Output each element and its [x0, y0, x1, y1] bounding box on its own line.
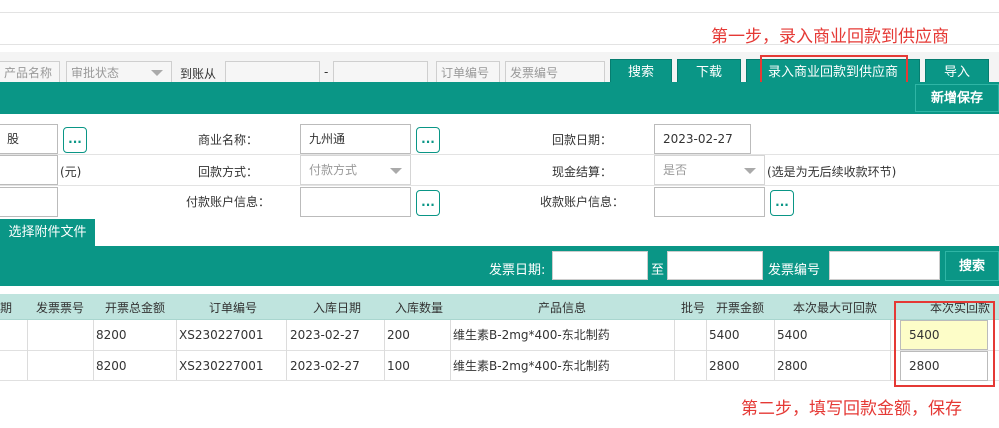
arrival-from-label: 到账从 [180, 67, 217, 81]
approval-status-label: 审批状态 [71, 66, 120, 80]
col-divider [93, 320, 94, 380]
row2-max-payback: 2800 [777, 359, 808, 373]
cash-settle-select[interactable]: 是否 [654, 155, 765, 185]
amount-input[interactable] [0, 155, 58, 185]
chevron-down-icon [744, 168, 756, 174]
col-in-qty: 入库数量 [395, 301, 444, 315]
left-extra-input[interactable] [0, 187, 58, 217]
row1-order-no: XS230227001 [179, 328, 264, 342]
row1-in-date: 2023-02-27 [290, 328, 360, 342]
chevron-down-icon [151, 70, 163, 76]
chevron-down-icon [390, 168, 402, 174]
select-business-button[interactable]: ... [416, 127, 440, 153]
col-divider [706, 320, 707, 380]
business-name-input[interactable]: 九州通 [300, 124, 411, 154]
unit-label: (元) [60, 165, 82, 179]
row-divider [0, 154, 999, 155]
col-max-payback: 本次最大可回款 [793, 301, 878, 315]
approval-status-select[interactable]: 审批状态 [66, 61, 172, 83]
col-product: 产品信息 [538, 301, 587, 315]
step2-annotation: 第二步，填写回款金额，保存 [741, 399, 962, 419]
choose-attachment-button[interactable]: 选择附件文件 [0, 219, 95, 246]
col-total-invoice: 开票总金额 [105, 301, 166, 315]
payback-method-label: 回款方式： [198, 165, 259, 179]
invoice-date-start-input[interactable] [552, 251, 648, 280]
col-invoice-ticket: 发票票号 [36, 301, 85, 315]
invoice-date-label: 发票日期: [489, 263, 546, 278]
top-divider-2 [0, 44, 999, 45]
top-divider [0, 12, 999, 13]
col-divider [890, 320, 891, 380]
row2-qty: 100 [387, 359, 410, 373]
row1-max-payback: 5400 [777, 328, 808, 342]
form-header-bar [0, 82, 999, 114]
cash-settle-note: (选是为无后续收款环节) [767, 165, 897, 179]
cash-settle-value: 是否 [663, 163, 688, 177]
invoice-date-end-input[interactable] [667, 251, 763, 280]
select-payer-account-button[interactable]: ... [416, 190, 440, 216]
invoice-no-input[interactable]: 发票编号 [505, 61, 605, 83]
payback-date-label: 回款日期： [552, 133, 613, 147]
payee-account-label: 收款账户信息： [540, 195, 625, 209]
payback-method-select[interactable]: 付款方式 [300, 155, 411, 185]
payee-account-input[interactable] [654, 187, 765, 217]
payback-method-value: 付款方式 [309, 163, 358, 177]
to-label: 至 [651, 263, 665, 278]
col-invoice-amount: 开票金额 [716, 301, 765, 315]
arrival-start-input[interactable] [225, 61, 320, 83]
business-name-label: 商业名称： [198, 133, 259, 147]
row1-total: 8200 [96, 328, 127, 342]
col-divider [176, 320, 177, 380]
col-divider [450, 320, 451, 380]
new-save-button[interactable]: 新增保存 [915, 84, 999, 112]
filter-invoice-no-input[interactable] [829, 251, 940, 280]
filter-search-button[interactable]: 搜索 [945, 251, 999, 281]
col-order-no: 订单编号 [209, 301, 258, 315]
col-period: 期 [0, 301, 13, 315]
select-payee-account-button[interactable]: ... [770, 190, 794, 216]
row2-product: 维生素B-2mg*400-东北制药 [453, 359, 610, 373]
row2-order-no: XS230227001 [179, 359, 264, 373]
arrival-end-input[interactable] [333, 61, 428, 83]
row1-qty: 200 [387, 328, 410, 342]
row1-invoice-amount: 5400 [709, 328, 740, 342]
left-company-input[interactable]: 股 [0, 124, 58, 154]
col-divider [674, 320, 675, 380]
col-in-date: 入库日期 [313, 301, 362, 315]
filter-invoice-no-label: 发票编号 [768, 263, 821, 278]
row2-total: 8200 [96, 359, 127, 373]
payback-date-input[interactable]: 2023-02-27 [654, 124, 751, 154]
row2-in-date: 2023-02-27 [290, 359, 360, 373]
payer-account-input[interactable] [300, 187, 411, 217]
col-divider [774, 320, 775, 380]
payer-account-label: 付款账户信息： [186, 195, 271, 209]
col-divider [27, 320, 28, 380]
col-divider [286, 320, 287, 380]
row1-product: 维生素B-2mg*400-东北制药 [453, 328, 610, 342]
range-dash: - [324, 65, 329, 79]
order-no-input[interactable]: 订单编号 [436, 61, 500, 83]
row-divider [0, 185, 999, 186]
product-name-input[interactable]: 产品名称 [0, 61, 60, 83]
step2-highlight-box [894, 301, 995, 387]
col-batch: 批号 [681, 301, 706, 315]
row2-invoice-amount: 2800 [709, 359, 740, 373]
select-company-button[interactable]: ... [63, 127, 87, 153]
cash-settle-label: 现金结算： [552, 165, 613, 179]
col-divider [384, 320, 385, 380]
